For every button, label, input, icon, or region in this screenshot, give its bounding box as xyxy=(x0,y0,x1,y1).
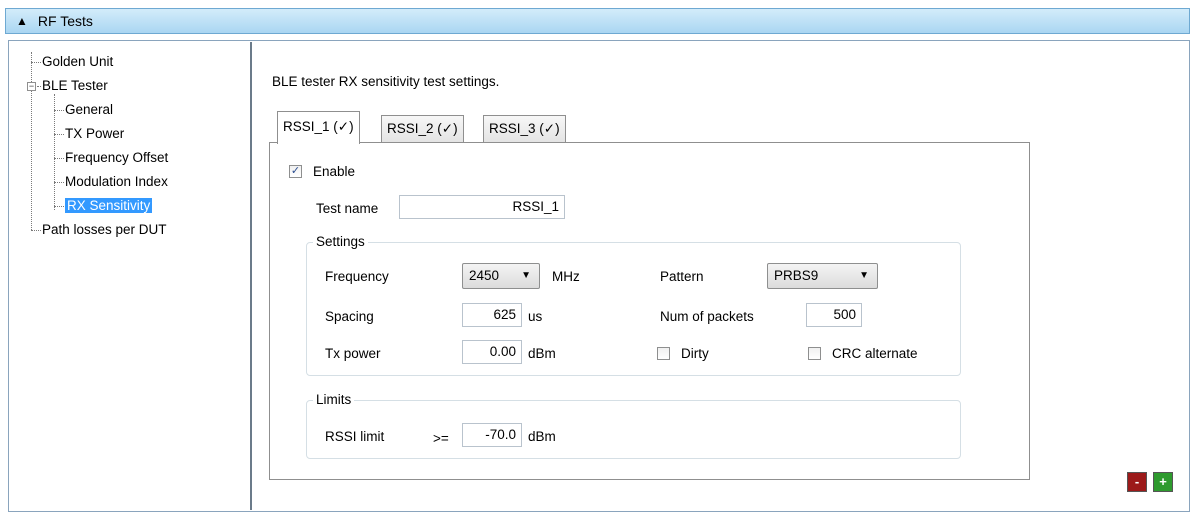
num-packets-label: Num of packets xyxy=(660,309,754,324)
tab-rssi-3[interactable]: RSSI_3 (✓) xyxy=(483,115,566,143)
tree-item-label: Modulation Index xyxy=(65,174,168,189)
tree-item-label: General xyxy=(65,102,114,117)
rssi-limit-unit: dBm xyxy=(528,429,556,444)
pattern-select[interactable]: PRBS9 ▼ xyxy=(767,263,878,289)
limits-group-title: Limits xyxy=(313,392,355,407)
collapse-toggle-icon[interactable]: − xyxy=(27,82,36,91)
collapse-arrow-icon[interactable]: ▲ xyxy=(16,14,28,28)
tx-power-label: Tx power xyxy=(325,346,381,361)
rssi-limit-input[interactable]: -70.0 xyxy=(462,423,522,447)
tree-item-label: TX Power xyxy=(65,126,125,141)
test-name-label: Test name xyxy=(316,201,379,216)
tab-rssi-2[interactable]: RSSI_2 (✓) xyxy=(381,115,464,143)
tree-item-label: Frequency Offset xyxy=(65,150,169,165)
add-test-button[interactable]: + xyxy=(1153,472,1173,492)
pattern-label: Pattern xyxy=(660,269,704,284)
header-title: RF Tests xyxy=(37,13,93,29)
dirty-label: Dirty xyxy=(681,346,709,361)
crc-alternate-checkbox[interactable] xyxy=(808,347,821,360)
tree-item-rx-sensitivity[interactable]: RX Sensitivity xyxy=(65,197,153,214)
frequency-select[interactable]: 2450 ▼ xyxy=(462,263,540,289)
spacing-unit: us xyxy=(528,309,543,324)
remove-test-button[interactable]: - xyxy=(1127,472,1147,492)
rssi-limit-operator: >= xyxy=(433,431,449,446)
tree-item-label: RX Sensitivity xyxy=(65,198,153,213)
tx-power-unit: dBm xyxy=(528,346,556,361)
spacing-label: Spacing xyxy=(325,309,374,324)
rf-tests-header[interactable]: ▲ RF Tests xyxy=(5,8,1190,34)
tab-rssi-1[interactable]: RSSI_1 (✓) xyxy=(277,111,360,144)
tree-item-label: Path losses per DUT xyxy=(42,222,167,237)
tree-item-tx-power[interactable]: TX Power xyxy=(65,125,124,142)
test-tree[interactable]: − Golden Unit BLE Tester General TX Powe… xyxy=(10,42,252,510)
settings-group-title: Settings xyxy=(313,234,368,249)
spacing-input[interactable]: 625 xyxy=(462,303,522,327)
tx-power-input[interactable]: 0.00 xyxy=(462,340,522,364)
tree-item-label: BLE Tester xyxy=(42,78,108,93)
enable-label: Enable xyxy=(313,164,356,179)
num-packets-input[interactable]: 500 xyxy=(806,303,862,327)
chevron-down-icon: ▼ xyxy=(859,270,869,281)
limits-group xyxy=(306,400,961,459)
tree-item-ble-tester[interactable]: BLE Tester xyxy=(42,77,108,94)
pattern-value: PRBS9 xyxy=(774,268,819,283)
enable-checkbox[interactable]: ✓ xyxy=(289,165,302,178)
tree-item-modulation-index[interactable]: Modulation Index xyxy=(65,173,168,190)
frequency-label: Frequency xyxy=(325,269,389,284)
tree-item-path-losses[interactable]: Path losses per DUT xyxy=(42,221,167,238)
tree-item-golden-unit[interactable]: Golden Unit xyxy=(42,53,113,70)
test-name-input[interactable]: RSSI_1 xyxy=(399,195,565,219)
tree-item-general[interactable]: General xyxy=(65,101,113,118)
tree-item-frequency-offset[interactable]: Frequency Offset xyxy=(65,149,168,166)
crc-alternate-label: CRC alternate xyxy=(832,346,918,361)
rssi-limit-label: RSSI limit xyxy=(325,429,385,444)
tree-item-label: Golden Unit xyxy=(42,54,114,69)
dirty-checkbox[interactable] xyxy=(657,347,670,360)
chevron-down-icon: ▼ xyxy=(521,270,531,281)
frequency-unit: MHz xyxy=(552,269,580,284)
page-description: BLE tester RX sensitivity test settings. xyxy=(272,74,500,89)
frequency-value: 2450 xyxy=(469,268,500,283)
